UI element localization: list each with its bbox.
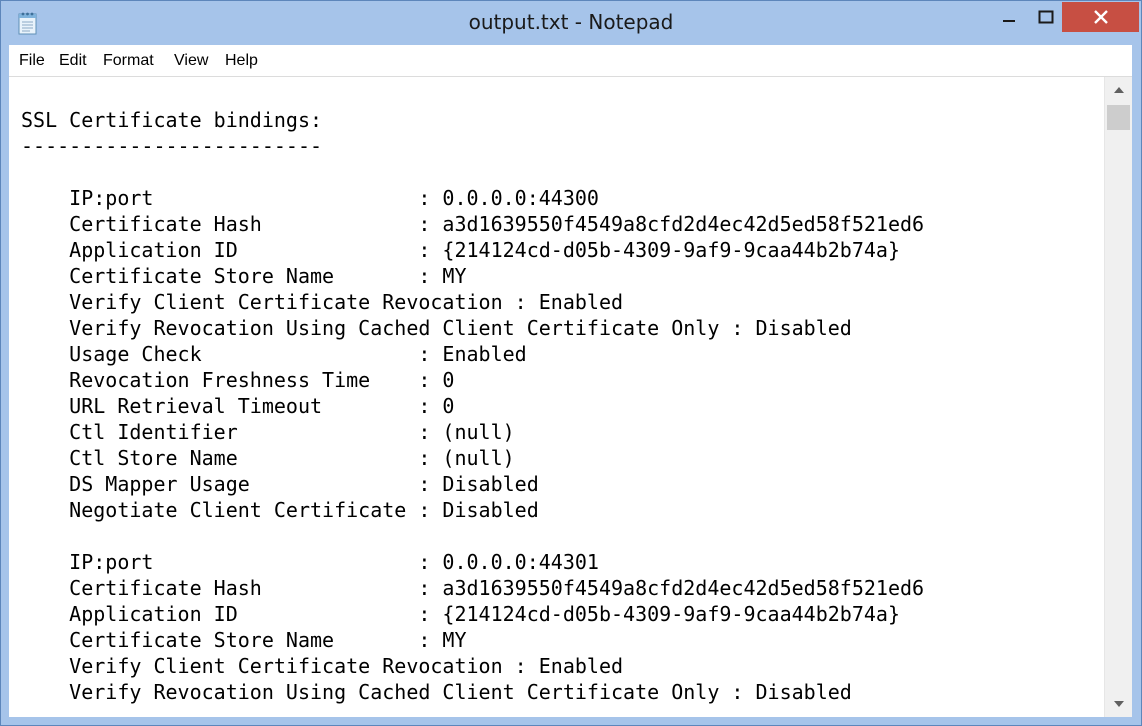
text-line: Verify Client Certificate Revocation : E… [21,654,624,678]
vertical-scrollbar[interactable] [1104,77,1132,717]
text-line: IP:port : 0.0.0.0:44301 [21,550,599,574]
text-line: Ctl Store Name : (null) [21,446,515,470]
minimize-icon [1003,20,1015,22]
maximize-icon [1038,10,1054,24]
text-line: ------------------------- [21,134,323,158]
notepad-window: output.txt - Notepad File Edit Format Vi… [0,0,1142,726]
menu-edit[interactable]: Edit [59,52,87,70]
text-line [21,523,924,549]
text-line: Certificate Hash : a3d1639550f4549a8cfd2… [21,576,925,600]
text-line: Negotiate Client Certificate : Disabled [21,498,539,522]
menu-file[interactable]: File [19,52,45,70]
text-line: Verify Revocation Using Cached Client Ce… [21,680,852,704]
text-line: Certificate Store Name : MY [21,628,467,652]
text-line: DS Mapper Usage : Disabled [21,472,539,496]
text-line: IP:port : 0.0.0.0:44300 [21,186,599,210]
text-line: Ctl Identifier : (null) [21,420,515,444]
menu-view[interactable]: View [174,52,208,70]
scroll-down-arrow-icon [1114,701,1124,707]
text-line [21,159,924,185]
text-line: Application ID : {214124cd-d05b-4309-9af… [21,602,900,626]
scroll-up-button[interactable] [1105,79,1133,101]
text-line: Certificate Hash : a3d1639550f4549a8cfd2… [21,212,925,236]
close-icon [1093,10,1108,24]
menu-format[interactable]: Format [103,52,154,70]
text-line: Verify Client Certificate Revocation : E… [21,290,624,314]
document-text[interactable]: SSL Certificate bindings: ---------------… [21,107,924,705]
text-line: SSL Certificate bindings: [21,108,323,132]
text-line: Application ID : {214124cd-d05b-4309-9af… [21,238,900,262]
menu-bar: File Edit Format View Help [9,45,1132,77]
scroll-down-button[interactable] [1105,693,1133,715]
menu-help[interactable]: Help [225,52,258,70]
text-line: Verify Revocation Using Cached Client Ce… [21,316,852,340]
window-title: output.txt - Notepad [468,10,674,34]
title-bar[interactable]: output.txt - Notepad [1,1,1141,45]
scrollbar-thumb[interactable] [1107,105,1130,130]
text-line: URL Retrieval Timeout : 0 [21,394,455,418]
text-line: Certificate Store Name : MY [21,264,467,288]
text-line: Usage Check : Enabled [21,342,527,366]
close-button[interactable] [1062,2,1139,32]
text-editor[interactable]: SSL Certificate bindings: ---------------… [9,77,1104,717]
text-line: Revocation Freshness Time : 0 [21,368,455,392]
scroll-up-arrow-icon [1114,87,1124,93]
